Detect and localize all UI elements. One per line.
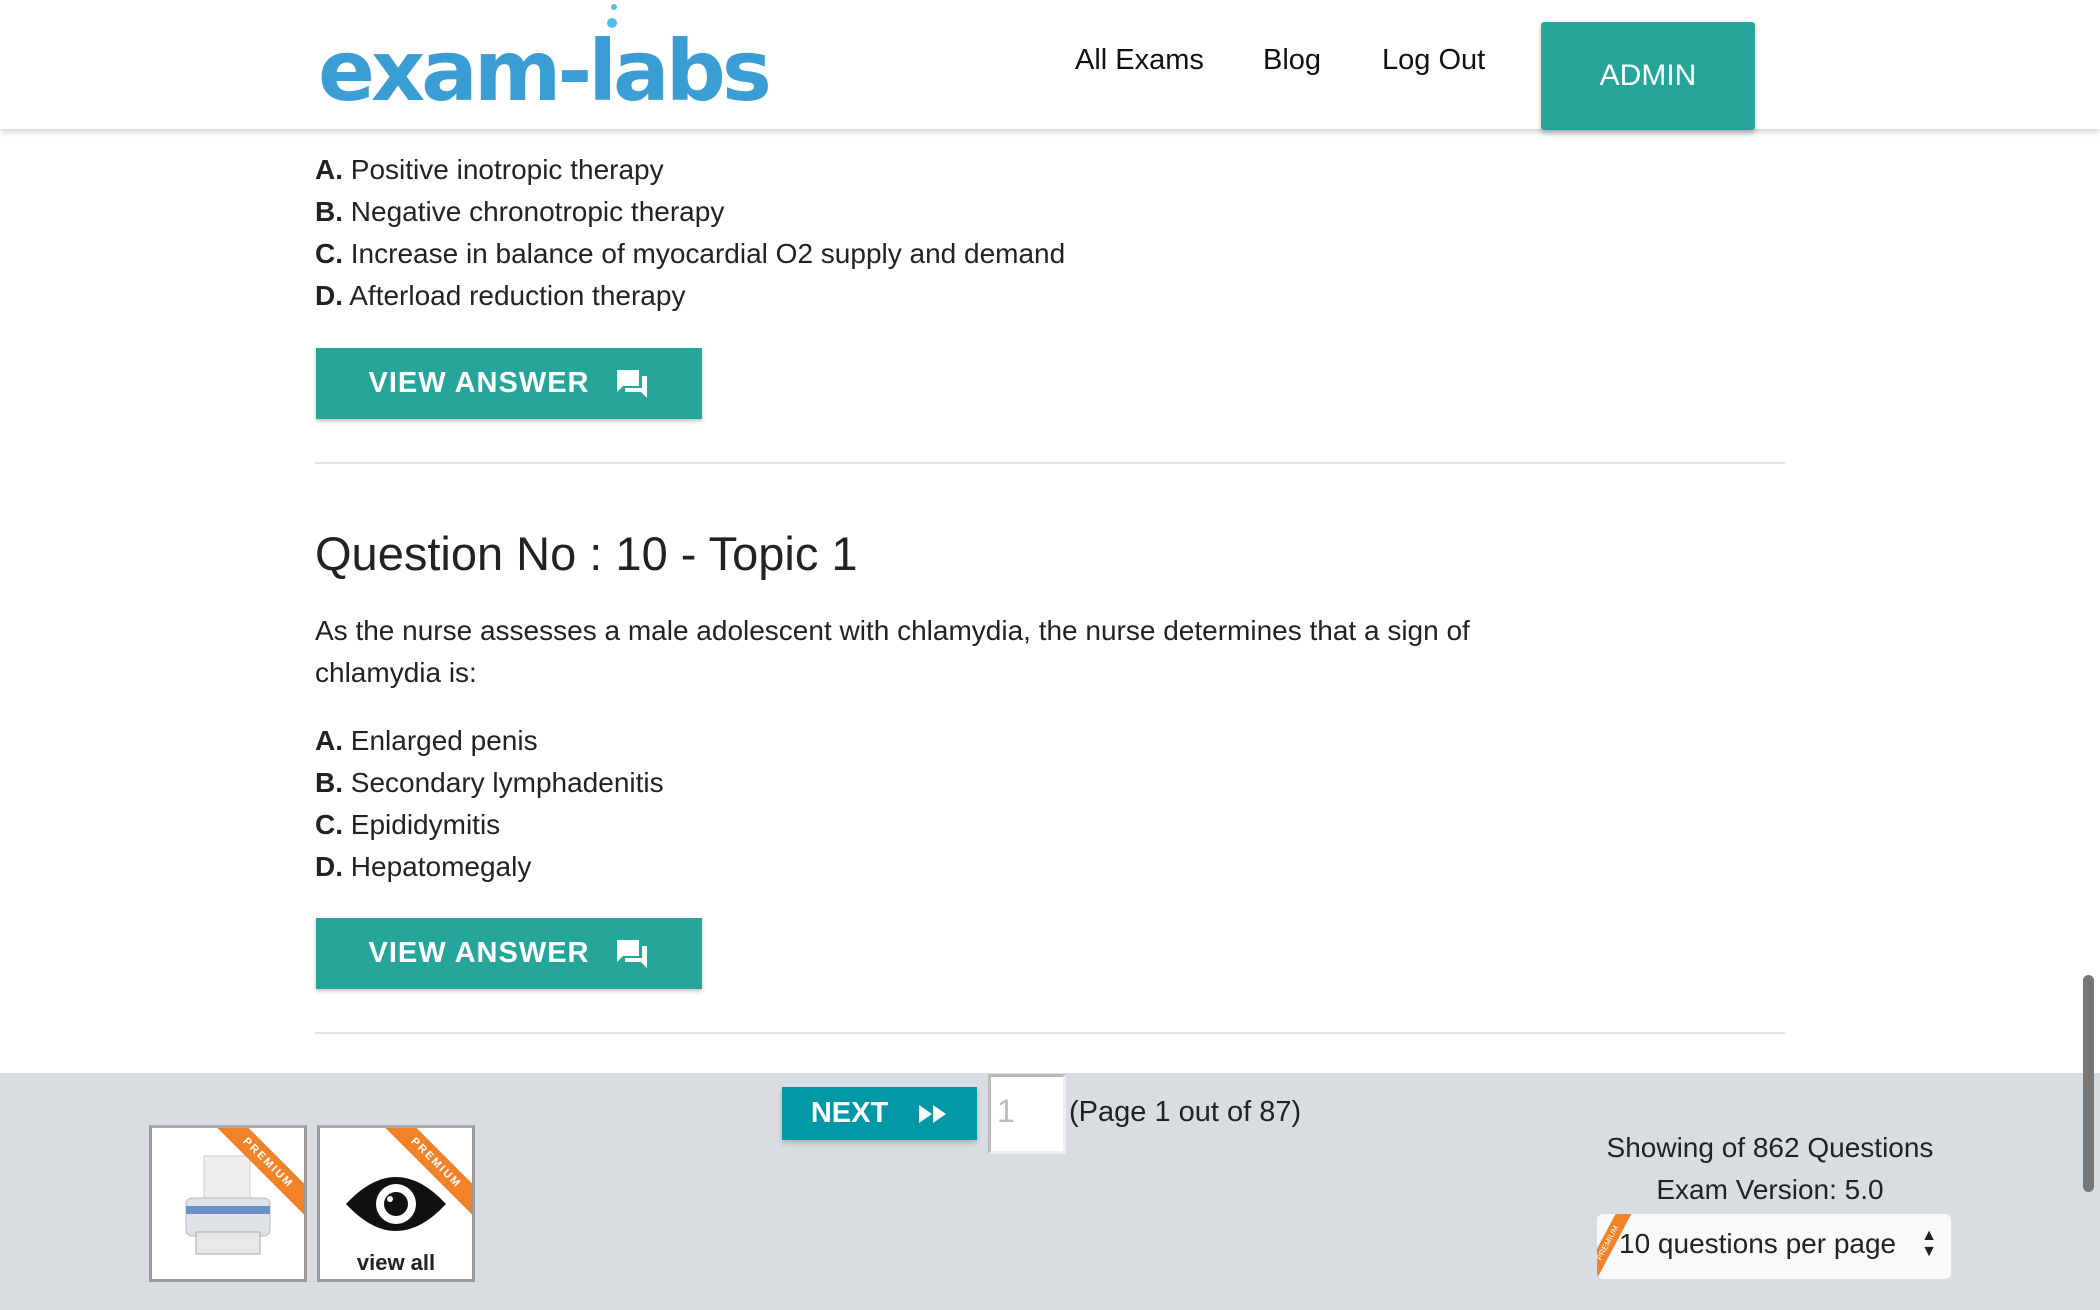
printer-icon bbox=[185, 1155, 271, 1255]
header: exam-labs All Exams Blog Log Out ADMIN bbox=[0, 0, 2100, 130]
logo[interactable]: exam-labs bbox=[318, 22, 772, 120]
question-text: As the nurse assesses a male adolescent … bbox=[315, 615, 1470, 688]
nav-log-out[interactable]: Log Out bbox=[1382, 44, 1485, 77]
option-b: B. Secondary lymphadenitis bbox=[315, 767, 664, 798]
nav-all-exams[interactable]: All Exams bbox=[1075, 44, 1204, 77]
logo-bubble bbox=[611, 4, 617, 10]
view-answer-button[interactable]: VIEW ANSWER bbox=[316, 348, 702, 419]
next-button[interactable]: NEXT bbox=[782, 1087, 977, 1140]
view-answer-label: VIEW ANSWER bbox=[368, 937, 590, 969]
select-arrows-icon: ▲ ▼ bbox=[1921, 1227, 1937, 1260]
option-c: C. Epididymitis bbox=[315, 809, 501, 840]
question-count: Showing of 862 Questions bbox=[1606, 1132, 1934, 1163]
option-c: C. Increase in balance of myocardial O2 … bbox=[315, 238, 1066, 269]
admin-button[interactable]: ADMIN bbox=[1541, 22, 1755, 130]
option-a: A. Positive inotropic therapy bbox=[315, 154, 664, 185]
fast-forward-icon bbox=[919, 1104, 947, 1123]
per-page-value: 10 questions per page bbox=[1619, 1228, 1897, 1259]
option-b: B. Negative chronotropic therapy bbox=[315, 196, 725, 227]
per-page-select[interactable]: 10 questions per page ▲ ▼ PREMIUM bbox=[1597, 1214, 1951, 1279]
divider bbox=[315, 462, 1785, 464]
option-a: A. Enlarged penis bbox=[315, 725, 538, 756]
page-count-text: (Page 1 out of 87) bbox=[1069, 1096, 1302, 1128]
view-answer-label: VIEW ANSWER bbox=[368, 367, 590, 399]
exam-version: Exam Version: 5.0 bbox=[1656, 1174, 1884, 1205]
print-button[interactable]: PREMIUM bbox=[149, 1125, 307, 1282]
view-all-button[interactable]: view all PREMIUM bbox=[317, 1125, 475, 1282]
question-title: Question No : 10 - Topic 1 bbox=[315, 527, 858, 580]
logo-bubble bbox=[607, 18, 617, 28]
option-d: D. Hepatomegaly bbox=[315, 851, 532, 882]
divider bbox=[315, 1032, 1785, 1034]
chat-icon bbox=[617, 939, 648, 968]
nav-blog[interactable]: Blog bbox=[1263, 44, 1321, 77]
view-all-label: view all bbox=[356, 1250, 436, 1275]
view-answer-button[interactable]: VIEW ANSWER bbox=[316, 918, 702, 989]
page-number-input[interactable]: 1 bbox=[988, 1074, 1066, 1154]
chat-icon bbox=[617, 369, 648, 398]
option-d: D. Afterload reduction therapy bbox=[315, 280, 686, 311]
next-label: NEXT bbox=[810, 1097, 889, 1129]
scrollbar-thumb[interactable] bbox=[2083, 975, 2094, 1192]
